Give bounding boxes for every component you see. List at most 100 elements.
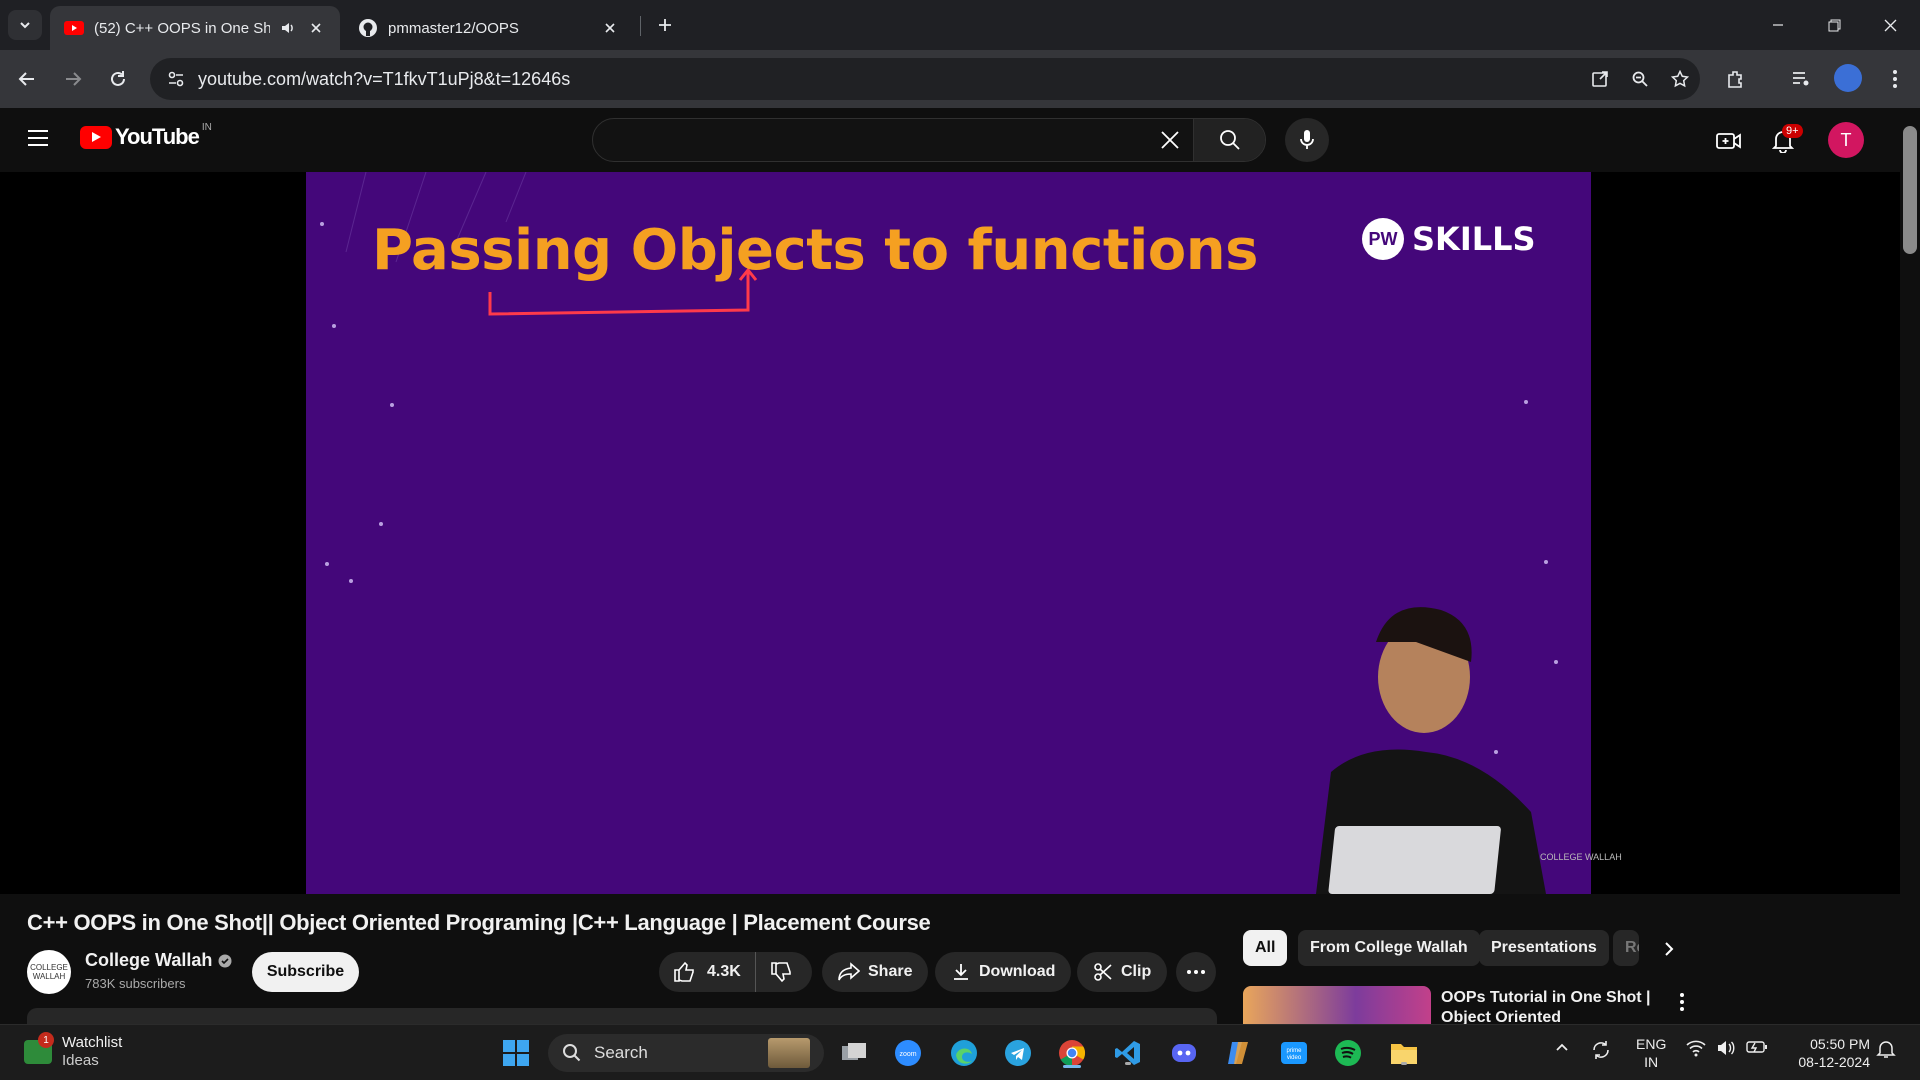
notification-center-icon[interactable] <box>1876 1039 1896 1062</box>
minimize-button[interactable] <box>1750 0 1806 50</box>
address-bar[interactable]: youtube.com/watch?v=T1fkvT1uPj8&t=12646s <box>150 58 1700 100</box>
close-icon <box>1884 19 1896 31</box>
wifi-icon[interactable] <box>1686 1039 1706 1060</box>
subscribe-button[interactable]: Subscribe <box>252 952 359 992</box>
url-text[interactable]: youtube.com/watch?v=T1fkvT1uPj8&t=12646s <box>198 69 1580 90</box>
tab-youtube[interactable]: (52) C++ OOPS in One Shot|| <box>50 6 340 50</box>
taskbar-search[interactable]: Search <box>548 1034 824 1072</box>
browser-profile-avatar[interactable] <box>1834 64 1862 92</box>
speaker-icon[interactable] <box>280 20 296 36</box>
video-player[interactable]: Passing Objects to functions PW SKILLS <box>306 172 1591 894</box>
channel-name-row[interactable]: College Wallah <box>85 950 232 971</box>
language-indicator[interactable]: ENG IN <box>1636 1035 1666 1071</box>
like-button[interactable]: 4.3K <box>659 952 756 992</box>
chrome-icon[interactable] <box>1056 1037 1088 1069</box>
tab-title: (52) C++ OOPS in One Shot|| <box>94 19 270 37</box>
extensions-icon[interactable] <box>1720 64 1750 94</box>
search-button[interactable] <box>1193 119 1265 161</box>
scrollbar-thumb[interactable] <box>1903 126 1917 254</box>
search-icon <box>1219 130 1240 150</box>
task-view-icon[interactable] <box>838 1037 870 1069</box>
youtube-favicon-icon <box>64 18 84 38</box>
close-tab-icon[interactable] <box>600 22 620 34</box>
like-dislike-group: 4.3K <box>659 952 812 992</box>
more-actions-button[interactable] <box>1176 952 1216 992</box>
scissors-icon <box>1094 963 1112 981</box>
browser-toolbar: youtube.com/watch?v=T1fkvT1uPj8&t=12646s <box>0 50 1920 108</box>
chip-all[interactable]: All <box>1243 930 1288 966</box>
reload-button[interactable] <box>103 64 133 94</box>
clip-button[interactable]: Clip <box>1077 952 1168 992</box>
account-avatar[interactable]: T <box>1828 122 1864 158</box>
recommendation-thumbnail[interactable] <box>1243 986 1431 1024</box>
spotify-icon[interactable] <box>1332 1037 1364 1069</box>
forward-button[interactable] <box>58 64 88 94</box>
system-clock[interactable]: 05:50 PM 08-12-2024 <box>1786 1035 1870 1071</box>
battery-icon[interactable] <box>1746 1039 1768 1058</box>
recommendation-title[interactable]: OOPs Tutorial in One Shot | Object Orien… <box>1441 988 1661 1024</box>
github-favicon-icon <box>358 18 378 38</box>
copilot-icon[interactable] <box>1222 1037 1254 1069</box>
windows-logo-icon <box>503 1040 529 1066</box>
zoom-app-icon[interactable]: zoom <box>892 1037 924 1069</box>
skills-logo-text: SKILLS <box>1412 220 1536 258</box>
voice-search-button[interactable] <box>1285 118 1329 162</box>
chip-from-college-wallah[interactable]: From College Wallah <box>1298 930 1480 966</box>
bookmark-star-icon[interactable] <box>1660 70 1700 88</box>
discord-icon[interactable] <box>1168 1037 1200 1069</box>
site-info-icon[interactable] <box>154 70 198 88</box>
start-button[interactable] <box>500 1037 532 1069</box>
chips-next-button[interactable] <box>1654 934 1684 964</box>
arrow-left-icon <box>18 72 34 86</box>
recommendation-more-icon[interactable] <box>1670 990 1694 1014</box>
show-hidden-icons-chevron-up-icon[interactable] <box>1554 1039 1570 1058</box>
chip-partial[interactable]: Re <box>1613 930 1639 966</box>
prime-video-icon[interactable]: prime video <box>1278 1037 1310 1069</box>
vscode-icon[interactable] <box>1112 1037 1144 1069</box>
back-button[interactable] <box>12 64 42 94</box>
arrow-right-icon <box>66 72 82 86</box>
search-box <box>592 118 1266 162</box>
file-explorer-icon[interactable] <box>1388 1037 1420 1069</box>
sync-icon[interactable] <box>1590 1039 1612 1064</box>
windows-taskbar: 1 Watchlist Ideas Search zoom prime vide… <box>0 1024 1920 1080</box>
close-window-button[interactable] <box>1862 0 1918 50</box>
close-tab-icon[interactable] <box>306 22 326 34</box>
search-icon <box>563 1044 581 1062</box>
channel-name[interactable]: College Wallah <box>85 950 212 971</box>
download-icon <box>954 964 968 980</box>
widgets-button[interactable]: 1 Watchlist Ideas <box>24 1032 122 1070</box>
telegram-icon[interactable] <box>1002 1037 1034 1069</box>
youtube-logo[interactable]: YouTube IN <box>80 121 212 150</box>
description-box[interactable] <box>27 1008 1217 1024</box>
open-in-app-icon[interactable] <box>1580 70 1620 88</box>
dislike-button[interactable] <box>756 952 814 992</box>
browser-menu-icon[interactable] <box>1880 64 1910 94</box>
chip-presentations[interactable]: Presentations <box>1479 930 1609 966</box>
restore-button[interactable] <box>1806 0 1862 50</box>
thumbs-up-icon <box>674 961 694 982</box>
edge-browser-icon[interactable] <box>948 1037 980 1069</box>
tab-github[interactable]: pmmaster12/OOPS <box>344 6 634 50</box>
tab-title: pmmaster12/OOPS <box>388 19 519 37</box>
clear-search-icon[interactable] <box>1147 130 1193 150</box>
clock-date: 08-12-2024 <box>1798 1054 1870 1070</box>
reload-icon <box>111 71 125 86</box>
volume-icon[interactable] <box>1716 1039 1736 1060</box>
create-video-icon[interactable] <box>1714 126 1744 156</box>
tab-search-button[interactable] <box>8 10 42 40</box>
share-button[interactable]: Share <box>822 952 929 992</box>
widget-badge: 1 <box>38 1032 54 1048</box>
search-input[interactable] <box>593 119 1147 161</box>
hamburger-menu-icon[interactable] <box>26 128 54 152</box>
country-code: IN <box>201 121 212 133</box>
zoom-icon[interactable] <box>1620 70 1660 88</box>
verified-check-icon <box>218 954 232 967</box>
pw-logo-mark: PW <box>1362 218 1404 260</box>
youtube-header: YouTube IN 9+ T <box>0 108 1900 172</box>
new-tab-button[interactable] <box>652 12 678 38</box>
svg-text:zoom: zoom <box>899 1051 916 1058</box>
channel-avatar[interactable]: COLLEGE WALLAH <box>27 950 71 994</box>
download-button[interactable]: Download <box>935 952 1072 992</box>
media-control-icon[interactable] <box>1786 64 1816 94</box>
